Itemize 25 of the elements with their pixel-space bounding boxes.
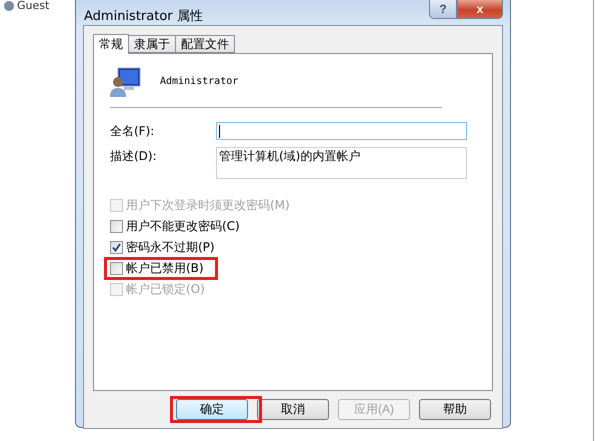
checkbox[interactable] — [110, 262, 123, 275]
input-field[interactable] — [216, 122, 467, 140]
field-label: 描述(D): — [110, 148, 158, 165]
tab[interactable]: 隶属于 — [128, 35, 176, 53]
user-icon — [4, 1, 14, 11]
dialog-button[interactable]: 确定 — [176, 399, 248, 420]
close-button[interactable]: x — [457, 0, 503, 19]
user-name: Administrator — [160, 76, 238, 86]
user-computer-icon — [110, 65, 142, 97]
dialog-button[interactable]: 取消 — [257, 399, 329, 420]
checkbox[interactable] — [110, 241, 123, 254]
checkbox-label: 密码永不过期(P) — [126, 239, 215, 256]
help-button[interactable]: ? — [429, 0, 457, 19]
checkbox-label: 帐户已锁定(O) — [126, 281, 205, 298]
checkbox-label: 帐户已禁用(B) — [126, 260, 204, 277]
checkbox[interactable] — [110, 220, 123, 233]
dialog-button[interactable]: 帮助 — [419, 399, 491, 420]
checkbox-label: 用户下次登录时须更改密码(M) — [126, 197, 290, 214]
window-title: Administrator 属性 — [84, 8, 203, 25]
field-label: 全名(F): — [110, 123, 156, 140]
checkbox-label: 用户不能更改密码(C) — [126, 218, 240, 235]
list-item: Guest — [17, 0, 50, 12]
tab[interactable]: 配置文件 — [175, 35, 235, 53]
input-field[interactable]: 管理计算机(域)的内置帐户 — [216, 147, 467, 179]
tab[interactable]: 常规 — [93, 34, 129, 54]
